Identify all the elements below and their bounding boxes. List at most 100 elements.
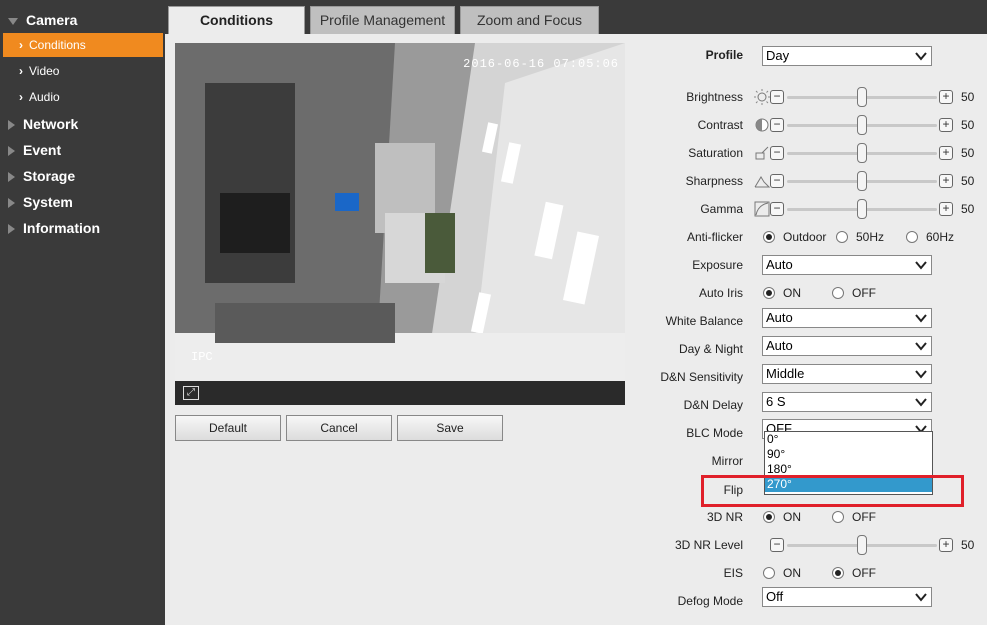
slider-thumb[interactable] bbox=[857, 143, 867, 163]
nav-label: Event bbox=[23, 142, 62, 158]
radio-50hz-label: 50Hz bbox=[856, 230, 885, 244]
dn-sensitivity-select[interactable]: Middle bbox=[762, 364, 932, 384]
increment-button[interactable]: + bbox=[939, 538, 953, 552]
defog-mode-label: Defog Mode bbox=[677, 594, 743, 608]
flip-highlight-box bbox=[701, 475, 964, 507]
chevron-down-icon bbox=[915, 261, 927, 270]
chevron-right-icon: › bbox=[19, 64, 23, 78]
exposure-label: Exposure bbox=[692, 258, 743, 272]
decrement-button[interactable]: − bbox=[770, 202, 784, 216]
radio-60hz[interactable] bbox=[906, 231, 918, 243]
radio-iris-on[interactable] bbox=[763, 287, 775, 299]
auto-iris-label: Auto Iris bbox=[698, 286, 743, 300]
half-circle-icon bbox=[755, 118, 769, 132]
exposure-select[interactable]: Auto bbox=[762, 255, 932, 275]
radio-eis-off[interactable] bbox=[832, 567, 844, 579]
nav-storage[interactable]: Storage bbox=[0, 163, 165, 189]
tab-zoom-and-focus[interactable]: Zoom and Focus bbox=[460, 6, 599, 34]
nav-label: Network bbox=[23, 116, 79, 132]
brightness-slider[interactable]: − + 50 bbox=[754, 87, 986, 107]
nav-label: System bbox=[23, 194, 73, 210]
nav-sub-audio[interactable]: › Audio bbox=[3, 85, 163, 109]
radio-iris-on-label: ON bbox=[783, 286, 801, 300]
brightness-value: 50 bbox=[961, 90, 975, 104]
caret-right-icon bbox=[8, 198, 15, 209]
dn-delay-label: D&N Delay bbox=[683, 398, 743, 412]
nav-camera[interactable]: Camera bbox=[0, 7, 165, 33]
3d-nr-level-slider[interactable]: − + 50 bbox=[754, 535, 986, 555]
profile-select[interactable]: Day bbox=[762, 46, 932, 66]
caret-right-icon bbox=[8, 146, 15, 157]
slider-thumb[interactable] bbox=[857, 199, 867, 219]
tab-profile-management[interactable]: Profile Management bbox=[310, 6, 455, 34]
white-balance-select[interactable]: Auto bbox=[762, 308, 932, 328]
osd-timestamp: 2016-06-16 07:05:06 bbox=[463, 57, 619, 71]
contrast-label: Contrast bbox=[697, 118, 743, 132]
nav-event[interactable]: Event bbox=[0, 137, 165, 163]
gamma-label: Gamma bbox=[700, 202, 743, 216]
radio-eis-off-label: OFF bbox=[852, 566, 876, 580]
cancel-button[interactable]: Cancel bbox=[286, 415, 392, 441]
white-balance-value: Auto bbox=[766, 310, 793, 325]
slider-thumb[interactable] bbox=[857, 115, 867, 135]
increment-button[interactable]: + bbox=[939, 146, 953, 160]
nav-sub-label: Audio bbox=[29, 90, 60, 104]
saturation-slider[interactable]: − + 50 bbox=[754, 143, 986, 163]
decrement-button[interactable]: − bbox=[770, 146, 784, 160]
decrement-button[interactable]: − bbox=[770, 174, 784, 188]
nav-network[interactable]: Network bbox=[0, 111, 165, 137]
eis-label: EIS bbox=[723, 566, 743, 580]
sharpness-label: Sharpness bbox=[685, 174, 743, 188]
dn-delay-select[interactable]: 6 S bbox=[762, 392, 932, 412]
profile-label: Profile bbox=[705, 48, 743, 62]
radio-outdoor[interactable] bbox=[763, 231, 775, 243]
caret-down-icon bbox=[8, 17, 18, 25]
caret-right-icon bbox=[8, 120, 15, 131]
radio-3dnr-on[interactable] bbox=[763, 511, 775, 523]
chevron-down-icon bbox=[915, 398, 927, 407]
content-panel: Conditions Profile Management Zoom and F… bbox=[165, 0, 987, 625]
save-button[interactable]: Save bbox=[397, 415, 503, 441]
radio-eis-on[interactable] bbox=[763, 567, 775, 579]
increment-button[interactable]: + bbox=[939, 118, 953, 132]
day-night-select[interactable]: Auto bbox=[762, 336, 932, 356]
sidebar: Camera › Conditions › Video › Audio Network… bbox=[0, 0, 165, 625]
defog-mode-select[interactable]: Off bbox=[762, 587, 932, 607]
video-preview[interactable]: 2016-06-16 07:05:06 IPC ⤢ bbox=[175, 43, 625, 405]
nav-sub-video[interactable]: › Video bbox=[3, 59, 163, 83]
decrement-button[interactable]: − bbox=[770, 538, 784, 552]
slider-thumb[interactable] bbox=[857, 535, 867, 555]
increment-button[interactable]: + bbox=[939, 90, 953, 104]
increment-button[interactable]: + bbox=[939, 202, 953, 216]
chevron-down-icon bbox=[915, 593, 927, 602]
nav-camera-label: Camera bbox=[26, 12, 78, 28]
radio-iris-off[interactable] bbox=[832, 287, 844, 299]
decrement-button[interactable]: − bbox=[770, 90, 784, 104]
flip-option-0[interactable]: 0° bbox=[765, 432, 932, 447]
nav-information[interactable]: Information bbox=[0, 215, 165, 241]
day-night-value: Auto bbox=[766, 338, 793, 353]
profile-value: Day bbox=[766, 48, 790, 63]
slider-thumb[interactable] bbox=[857, 87, 867, 107]
default-button[interactable]: Default bbox=[175, 415, 281, 441]
tab-conditions[interactable]: Conditions bbox=[168, 6, 305, 34]
radio-50hz[interactable] bbox=[836, 231, 848, 243]
flip-option-90[interactable]: 90° bbox=[765, 447, 932, 462]
nav-sub-conditions[interactable]: › Conditions bbox=[3, 33, 163, 57]
nav-system[interactable]: System bbox=[0, 189, 165, 215]
slider-thumb[interactable] bbox=[857, 171, 867, 191]
saturation-label: Saturation bbox=[688, 146, 743, 160]
decrement-button[interactable]: − bbox=[770, 118, 784, 132]
sharpness-slider[interactable]: − + 50 bbox=[754, 171, 986, 191]
radio-iris-off-label: OFF bbox=[852, 286, 876, 300]
radio-3dnr-off[interactable] bbox=[832, 511, 844, 523]
gamma-slider[interactable]: − + 50 bbox=[754, 199, 986, 219]
contrast-slider[interactable]: − + 50 bbox=[754, 115, 986, 135]
brightness-label: Brightness bbox=[686, 90, 743, 104]
chevron-right-icon: › bbox=[19, 90, 23, 104]
exposure-value: Auto bbox=[766, 257, 793, 272]
caret-right-icon bbox=[8, 172, 15, 183]
tab-bar: Conditions Profile Management Zoom and F… bbox=[165, 0, 987, 34]
fullscreen-icon[interactable]: ⤢ bbox=[183, 386, 199, 400]
increment-button[interactable]: + bbox=[939, 174, 953, 188]
